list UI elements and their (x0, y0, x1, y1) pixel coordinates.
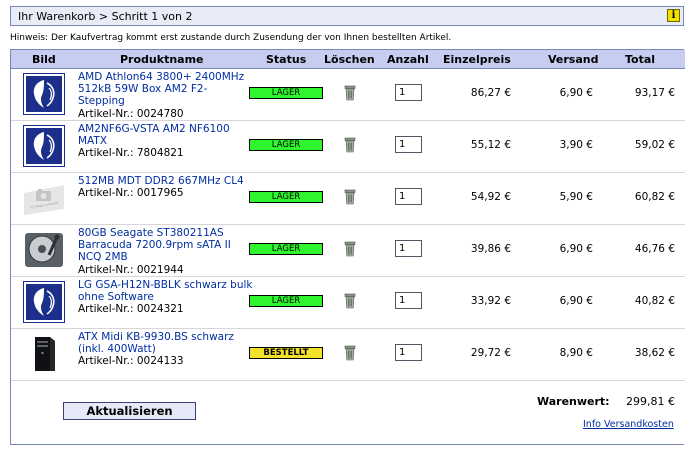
brand-logo-image (23, 73, 65, 115)
pc-case-image (35, 337, 55, 371)
col-loeschen: Löschen (324, 53, 375, 66)
status-badge: BESTELLT (249, 347, 323, 359)
col-anzahl: Anzahl (387, 53, 429, 66)
row-total: 46,76 € (634, 243, 675, 255)
row-total: 60,82 € (634, 191, 675, 203)
article-prefix: Artikel-Nr.: (78, 303, 134, 316)
article-number: Artikel-Nr.: 7804821 (78, 147, 184, 159)
article-number: Artikel-Nr.: 0024133 (78, 355, 184, 367)
unit-price: 55,12 € (470, 139, 511, 151)
article-number: Artikel-Nr.: 0024780 (78, 108, 184, 120)
shipping-cost: 6,90 € (559, 87, 593, 99)
product-thumbnail[interactable] (23, 281, 65, 323)
table-row: AMD Athlon64 3800+ 2400MHz 512kB 59W Box… (11, 69, 685, 121)
article-value: 7804821 (136, 147, 184, 160)
article-prefix: Artikel-Nr.: (78, 147, 134, 160)
warenwert-label: Warenwert: (537, 395, 610, 408)
trash-icon[interactable] (344, 85, 356, 101)
quantity-input[interactable] (395, 136, 422, 153)
shipping-cost: 8,90 € (559, 347, 593, 359)
cart-table: Bild Produktname Status Löschen Anzahl E… (10, 49, 685, 445)
row-total: 38,62 € (634, 347, 675, 359)
quantity-input[interactable] (395, 188, 422, 205)
col-total: Total (625, 53, 656, 66)
article-number: Artikel-Nr.: 0024321 (78, 303, 184, 315)
product-thumbnail[interactable]: no image available (23, 177, 65, 219)
hard-drive-image (25, 233, 63, 267)
trash-icon[interactable] (344, 241, 356, 257)
article-value: 0024321 (136, 303, 184, 316)
col-versand: Versand (548, 53, 599, 66)
article-prefix: Artikel-Nr.: (78, 263, 134, 276)
brand-logo-image (23, 281, 65, 323)
shipping-cost: 6,90 € (559, 295, 593, 307)
table-row: 80GB Seagate ST380211AS Barracuda 7200.9… (11, 225, 685, 277)
trash-icon[interactable] (344, 137, 356, 153)
shipping-cost: 5,90 € (559, 191, 593, 203)
article-value: 0024133 (136, 355, 184, 368)
shipping-cost: 6,90 € (559, 243, 593, 255)
table-row: no image available 512MB MDT DDR2 667MHz… (11, 173, 685, 225)
unit-price: 29,72 € (470, 347, 511, 359)
trash-icon[interactable] (344, 345, 356, 361)
product-name-link[interactable]: AM2NF6G-VSTA AM2 NF6100 MATX (78, 123, 253, 147)
update-button[interactable]: Aktualisieren (63, 402, 196, 420)
table-row: ATX Midi KB-9930.BS schwarz (inkl. 400Wa… (11, 329, 685, 381)
shipping-cost: 3,90 € (559, 139, 593, 151)
col-einzelpreis: Einzelpreis (443, 53, 511, 66)
status-badge: LAGER (249, 295, 323, 307)
quantity-input[interactable] (395, 240, 422, 257)
article-number: Artikel-Nr.: 0021944 (78, 264, 184, 276)
product-name-link[interactable]: 80GB Seagate ST380211AS Barracuda 7200.9… (78, 227, 253, 264)
cart-title: Ihr Warenkorb > Schritt 1 von 2 (18, 10, 193, 23)
shipping-info-link[interactable]: Info Versandkosten (583, 419, 674, 430)
article-prefix: Artikel-Nr.: (78, 107, 134, 120)
article-value: 0017965 (136, 187, 184, 200)
status-badge: LAGER (249, 191, 323, 203)
product-thumbnail[interactable] (23, 229, 65, 271)
quantity-input[interactable] (395, 344, 422, 361)
trash-icon[interactable] (344, 293, 356, 309)
table-row: LG GSA-H12N-BBLK schwarz bulk ohne Softw… (11, 277, 685, 329)
article-prefix: Artikel-Nr.: (78, 187, 134, 200)
row-total: 40,82 € (634, 295, 675, 307)
row-total: 93,17 € (634, 87, 675, 99)
article-value: 0021944 (136, 263, 184, 276)
product-name-link[interactable]: AMD Athlon64 3800+ 2400MHz 512kB 59W Box… (78, 71, 253, 108)
unit-price: 39,86 € (470, 243, 511, 255)
unit-price: 33,92 € (470, 295, 511, 307)
product-name-link[interactable]: 512MB MDT DDR2 667MHz CL4 (78, 175, 253, 187)
table-header: Bild Produktname Status Löschen Anzahl E… (11, 50, 685, 69)
unit-price: 54,92 € (470, 191, 511, 203)
no-image-placeholder (24, 185, 64, 215)
product-thumbnail[interactable] (23, 125, 65, 167)
brand-logo-image (23, 125, 65, 167)
col-produktname: Produktname (120, 53, 204, 66)
cart-title-bar: Ihr Warenkorb > Schritt 1 von 2 i (10, 6, 684, 26)
quantity-input[interactable] (395, 84, 422, 101)
product-thumbnail[interactable] (23, 333, 65, 375)
col-status: Status (266, 53, 307, 66)
trash-icon[interactable] (344, 189, 356, 205)
quantity-input[interactable] (395, 292, 422, 309)
status-badge: LAGER (249, 139, 323, 151)
product-name-link[interactable]: ATX Midi KB-9930.BS schwarz (inkl. 400Wa… (78, 331, 253, 355)
col-bild: Bild (32, 53, 56, 66)
status-badge: LAGER (249, 87, 323, 99)
unit-price: 86,27 € (470, 87, 511, 99)
table-row: AM2NF6G-VSTA AM2 NF6100 MATX Artikel-Nr.… (11, 121, 685, 173)
row-total: 59,02 € (634, 139, 675, 151)
status-badge: LAGER (249, 243, 323, 255)
product-thumbnail[interactable] (23, 73, 65, 115)
article-value: 0024780 (136, 107, 184, 120)
contract-hint: Hinweis: Der Kaufvertrag kommt erst zust… (10, 33, 452, 43)
info-icon[interactable]: i (667, 9, 680, 22)
product-name-link[interactable]: LG GSA-H12N-BBLK schwarz bulk ohne Softw… (78, 279, 253, 303)
article-prefix: Artikel-Nr.: (78, 355, 134, 368)
article-number: Artikel-Nr.: 0017965 (78, 187, 184, 199)
warenwert-value: 299,81 € (626, 395, 675, 408)
